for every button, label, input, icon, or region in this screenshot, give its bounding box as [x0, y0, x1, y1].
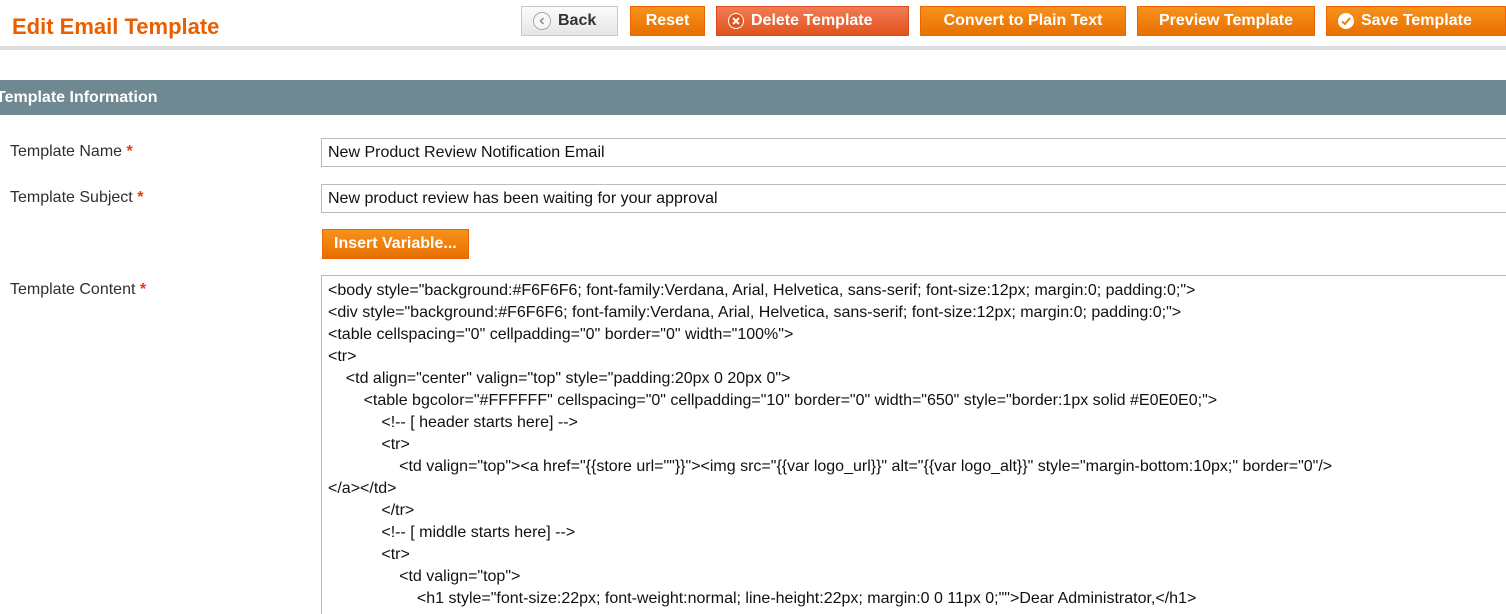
section-title: Template Information: [0, 89, 158, 106]
convert-to-plain-text-label: Convert to Plain Text: [943, 12, 1103, 29]
save-template-label: Save Template: [1361, 12, 1472, 29]
reset-button-label: Reset: [645, 12, 690, 29]
content-line: <!-- [ header starts here] -->: [328, 414, 578, 431]
template-name-label: Template Name *: [10, 143, 133, 161]
content-line: <!-- [ middle starts here] -->: [328, 524, 576, 541]
check-circle-icon: [1338, 13, 1354, 29]
page-title: Edit Email Template: [12, 14, 220, 39]
insert-variable-label: Insert Variable...: [334, 235, 457, 252]
template-content-label: Template Content *: [10, 281, 146, 299]
preview-template-button[interactable]: Preview Template: [1137, 6, 1315, 36]
template-subject-label: Template Subject *: [10, 189, 143, 207]
edit-email-template-page: Edit Email Template Back Reset Delete Te…: [0, 0, 1506, 614]
required-marker: *: [137, 189, 144, 206]
close-circle-icon: [728, 13, 744, 29]
content-line: <body style="background:#F6F6F6; font-fa…: [328, 282, 1196, 299]
insert-variable-button[interactable]: Insert Variable...: [322, 229, 469, 259]
content-line: </a></td>: [328, 480, 397, 497]
content-line: <table bgcolor="#FFFFFF" cellspacing="0"…: [328, 392, 1218, 409]
page-header: Edit Email Template Back Reset Delete Te…: [0, 0, 1506, 52]
content-line: <tr>: [328, 546, 410, 563]
content-line: <table cellspacing="0" cellpadding="0" b…: [328, 326, 794, 343]
content-line: <td align="center" valign="top" style="p…: [328, 370, 791, 387]
content-line: <div style="background:#F6F6F6; font-fam…: [328, 304, 1182, 321]
reset-button[interactable]: Reset: [630, 6, 705, 36]
template-subject-label-text: Template Subject: [10, 189, 133, 206]
content-line: <td valign="top">: [328, 568, 521, 585]
convert-to-plain-text-button[interactable]: Convert to Plain Text: [920, 6, 1126, 36]
required-marker: *: [139, 281, 147, 298]
header-divider: [0, 46, 1506, 50]
content-line: <td valign="top"><a href="{{store url=""…: [328, 458, 1333, 475]
back-button[interactable]: Back: [521, 6, 618, 36]
template-subject-input[interactable]: [321, 184, 1506, 213]
template-content-textarea[interactable]: <body style="background:#F6F6F6; font-fa…: [321, 275, 1506, 614]
preview-template-label: Preview Template: [1159, 12, 1293, 29]
section-header: Template Information: [0, 80, 1506, 115]
content-line: <tr>: [328, 348, 357, 365]
template-content-label-text: Template Content: [10, 281, 136, 298]
template-name-input[interactable]: [321, 138, 1506, 167]
back-button-label: Back: [558, 12, 597, 29]
save-template-button[interactable]: Save Template: [1326, 6, 1506, 36]
content-line: <h1 style="font-size:22px; font-weight:n…: [328, 590, 1197, 607]
delete-template-button[interactable]: Delete Template: [716, 6, 909, 36]
chevron-left-icon: [533, 12, 551, 30]
content-line: </tr>: [328, 502, 415, 519]
required-marker: *: [126, 143, 133, 160]
template-name-label-text: Template Name: [10, 143, 123, 160]
content-line: <tr>: [328, 436, 410, 453]
delete-template-button-label: Delete Template: [751, 12, 873, 29]
